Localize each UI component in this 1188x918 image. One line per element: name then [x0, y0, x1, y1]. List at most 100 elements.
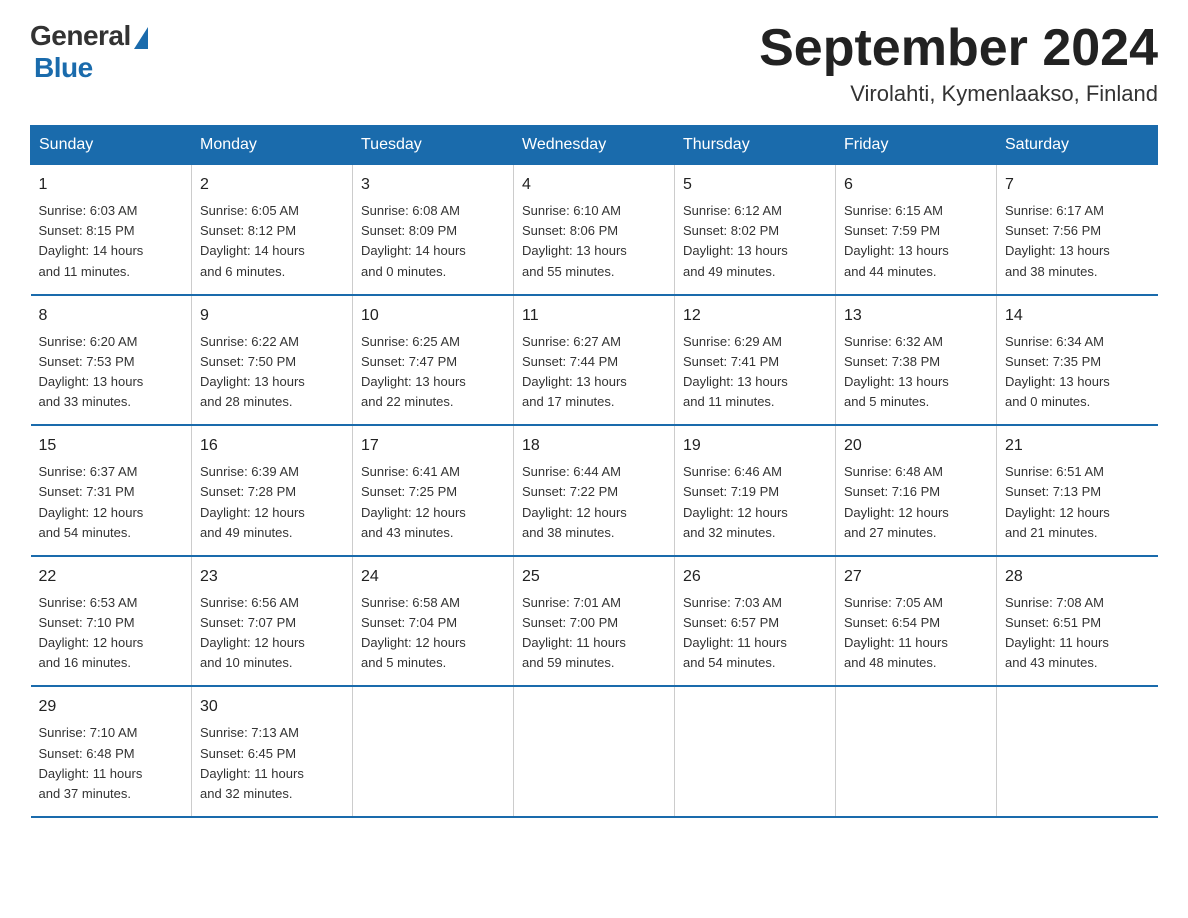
- calendar-cell: 19Sunrise: 6:46 AMSunset: 7:19 PMDayligh…: [675, 425, 836, 556]
- calendar-cell: 12 Sunrise: 6:29 AMSunset: 7:41 PMDayligh…: [675, 295, 836, 426]
- calendar-cell: 26 Sunrise: 7:03 AMSunset: 6:57 PMDayligh…: [675, 556, 836, 687]
- cell-info: Sunrise: 6:39 AMSunset: 7:28 PMDaylight:…: [200, 462, 344, 543]
- cell-info: Sunrise: 7:13 AMSunset: 6:45 PMDaylight:…: [200, 723, 344, 804]
- calendar-cell: [836, 686, 997, 817]
- logo-triangle-icon: [134, 27, 148, 49]
- day-number: 27: [844, 565, 988, 589]
- day-number: 5: [683, 173, 827, 197]
- cell-info: Sunrise: 6:53 AMSunset: 7:10 PMDaylight:…: [39, 593, 184, 674]
- calendar-cell: 24Sunrise: 6:58 AMSunset: 7:04 PMDayligh…: [353, 556, 514, 687]
- day-number: 29: [39, 695, 184, 719]
- day-number: 11: [522, 304, 666, 328]
- logo-blue-text: Blue: [34, 52, 93, 84]
- calendar-cell: 15 Sunrise: 6:37 AMSunset: 7:31 PMDayligh…: [31, 425, 192, 556]
- calendar-cell: 2 Sunrise: 6:05 AMSunset: 8:12 PMDaylight…: [192, 165, 353, 295]
- day-number: 16: [200, 434, 344, 458]
- calendar-cell: 25Sunrise: 7:01 AMSunset: 7:00 PMDayligh…: [514, 556, 675, 687]
- cell-info: Sunrise: 7:10 AMSunset: 6:48 PMDaylight:…: [39, 723, 184, 804]
- calendar-cell: 9 Sunrise: 6:22 AMSunset: 7:50 PMDaylight…: [192, 295, 353, 426]
- calendar-cell: 13 Sunrise: 6:32 AMSunset: 7:38 PMDayligh…: [836, 295, 997, 426]
- cell-info: Sunrise: 6:34 AMSunset: 7:35 PMDaylight:…: [1005, 332, 1150, 413]
- cell-info: Sunrise: 7:03 AMSunset: 6:57 PMDaylight:…: [683, 593, 827, 674]
- day-number: 20: [844, 434, 988, 458]
- day-number: 10: [361, 304, 505, 328]
- calendar-cell: 1 Sunrise: 6:03 AMSunset: 8:15 PMDaylight…: [31, 165, 192, 295]
- day-number: 7: [1005, 173, 1150, 197]
- calendar-cell: 29 Sunrise: 7:10 AMSunset: 6:48 PMDayligh…: [31, 686, 192, 817]
- calendar-cell: [997, 686, 1158, 817]
- cell-info: Sunrise: 6:08 AMSunset: 8:09 PMDaylight:…: [361, 201, 505, 282]
- week-row-3: 15 Sunrise: 6:37 AMSunset: 7:31 PMDayligh…: [31, 425, 1158, 556]
- cell-info: Sunrise: 6:03 AMSunset: 8:15 PMDaylight:…: [39, 201, 184, 282]
- cell-info: Sunrise: 6:17 AMSunset: 7:56 PMDaylight:…: [1005, 201, 1150, 282]
- day-number: 8: [39, 304, 184, 328]
- header-day-sunday: Sunday: [31, 126, 192, 165]
- header-day-monday: Monday: [192, 126, 353, 165]
- day-number: 21: [1005, 434, 1150, 458]
- day-number: 25: [522, 565, 666, 589]
- logo: General Blue: [30, 20, 148, 84]
- calendar-cell: [514, 686, 675, 817]
- header-day-tuesday: Tuesday: [353, 126, 514, 165]
- day-number: 15: [39, 434, 184, 458]
- header-day-friday: Friday: [836, 126, 997, 165]
- header-day-wednesday: Wednesday: [514, 126, 675, 165]
- cell-info: Sunrise: 6:46 AMSunset: 7:19 PMDaylight:…: [683, 462, 827, 543]
- cell-info: Sunrise: 6:05 AMSunset: 8:12 PMDaylight:…: [200, 201, 344, 282]
- cell-info: Sunrise: 7:08 AMSunset: 6:51 PMDaylight:…: [1005, 593, 1150, 674]
- day-number: 12: [683, 304, 827, 328]
- calendar-cell: 8Sunrise: 6:20 AMSunset: 7:53 PMDaylight…: [31, 295, 192, 426]
- week-row-4: 22 Sunrise: 6:53 AMSunset: 7:10 PMDayligh…: [31, 556, 1158, 687]
- calendar-cell: [675, 686, 836, 817]
- calendar-cell: 11 Sunrise: 6:27 AMSunset: 7:44 PMDayligh…: [514, 295, 675, 426]
- calendar-cell: 6 Sunrise: 6:15 AMSunset: 7:59 PMDaylight…: [836, 165, 997, 295]
- page-header: General Blue September 2024 Virolahti, K…: [30, 20, 1158, 107]
- cell-info: Sunrise: 7:05 AMSunset: 6:54 PMDaylight:…: [844, 593, 988, 674]
- day-number: 18: [522, 434, 666, 458]
- calendar-table: SundayMondayTuesdayWednesdayThursdayFrid…: [30, 125, 1158, 818]
- calendar-cell: 14Sunrise: 6:34 AMSunset: 7:35 PMDayligh…: [997, 295, 1158, 426]
- cell-info: Sunrise: 6:15 AMSunset: 7:59 PMDaylight:…: [844, 201, 988, 282]
- cell-info: Sunrise: 6:56 AMSunset: 7:07 PMDaylight:…: [200, 593, 344, 674]
- calendar-cell: 18 Sunrise: 6:44 AMSunset: 7:22 PMDayligh…: [514, 425, 675, 556]
- header-day-saturday: Saturday: [997, 126, 1158, 165]
- calendar-cell: 10 Sunrise: 6:25 AMSunset: 7:47 PMDayligh…: [353, 295, 514, 426]
- cell-info: Sunrise: 6:29 AMSunset: 7:41 PMDaylight:…: [683, 332, 827, 413]
- cell-info: Sunrise: 6:44 AMSunset: 7:22 PMDaylight:…: [522, 462, 666, 543]
- calendar-cell: 17Sunrise: 6:41 AMSunset: 7:25 PMDayligh…: [353, 425, 514, 556]
- header-row: SundayMondayTuesdayWednesdayThursdayFrid…: [31, 126, 1158, 165]
- calendar-cell: 23 Sunrise: 6:56 AMSunset: 7:07 PMDayligh…: [192, 556, 353, 687]
- day-number: 3: [361, 173, 505, 197]
- day-number: 26: [683, 565, 827, 589]
- day-number: 9: [200, 304, 344, 328]
- day-number: 28: [1005, 565, 1150, 589]
- day-number: 6: [844, 173, 988, 197]
- day-number: 22: [39, 565, 184, 589]
- day-number: 4: [522, 173, 666, 197]
- cell-info: Sunrise: 6:27 AMSunset: 7:44 PMDaylight:…: [522, 332, 666, 413]
- cell-info: Sunrise: 6:12 AMSunset: 8:02 PMDaylight:…: [683, 201, 827, 282]
- calendar-cell: [353, 686, 514, 817]
- cell-info: Sunrise: 6:32 AMSunset: 7:38 PMDaylight:…: [844, 332, 988, 413]
- week-row-1: 1 Sunrise: 6:03 AMSunset: 8:15 PMDaylight…: [31, 165, 1158, 295]
- calendar-cell: 3 Sunrise: 6:08 AMSunset: 8:09 PMDaylight…: [353, 165, 514, 295]
- cell-info: Sunrise: 6:22 AMSunset: 7:50 PMDaylight:…: [200, 332, 344, 413]
- day-number: 13: [844, 304, 988, 328]
- day-number: 2: [200, 173, 344, 197]
- logo-general-text: General: [30, 20, 131, 52]
- cell-info: Sunrise: 6:51 AMSunset: 7:13 PMDaylight:…: [1005, 462, 1150, 543]
- cell-info: Sunrise: 6:25 AMSunset: 7:47 PMDaylight:…: [361, 332, 505, 413]
- cell-info: Sunrise: 6:37 AMSunset: 7:31 PMDaylight:…: [39, 462, 184, 543]
- day-number: 24: [361, 565, 505, 589]
- calendar-cell: 20Sunrise: 6:48 AMSunset: 7:16 PMDayligh…: [836, 425, 997, 556]
- calendar-subtitle: Virolahti, Kymenlaakso, Finland: [759, 81, 1158, 107]
- calendar-cell: 28 Sunrise: 7:08 AMSunset: 6:51 PMDayligh…: [997, 556, 1158, 687]
- calendar-cell: 5 Sunrise: 6:12 AMSunset: 8:02 PMDaylight…: [675, 165, 836, 295]
- day-number: 23: [200, 565, 344, 589]
- calendar-cell: 30Sunrise: 7:13 AMSunset: 6:45 PMDayligh…: [192, 686, 353, 817]
- cell-info: Sunrise: 6:41 AMSunset: 7:25 PMDaylight:…: [361, 462, 505, 543]
- cell-info: Sunrise: 6:10 AMSunset: 8:06 PMDaylight:…: [522, 201, 666, 282]
- calendar-cell: 7 Sunrise: 6:17 AMSunset: 7:56 PMDaylight…: [997, 165, 1158, 295]
- day-number: 1: [39, 173, 184, 197]
- calendar-cell: 4 Sunrise: 6:10 AMSunset: 8:06 PMDaylight…: [514, 165, 675, 295]
